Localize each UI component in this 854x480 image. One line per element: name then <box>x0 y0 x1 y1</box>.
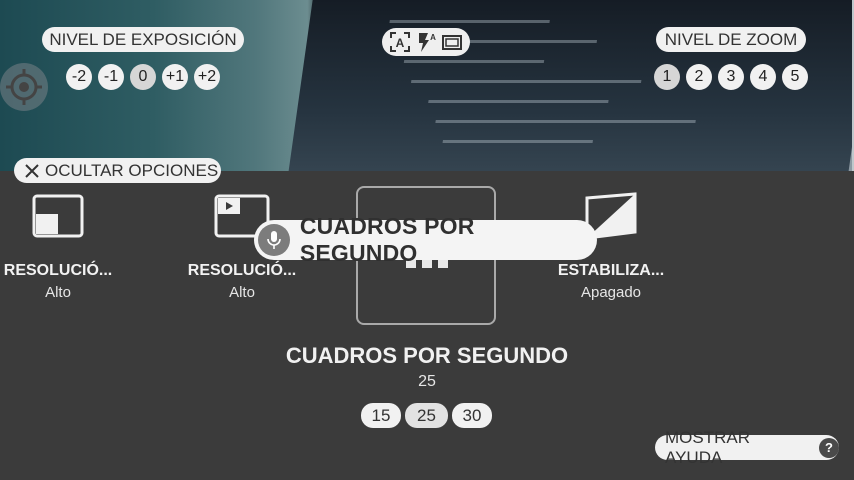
focus-target-button[interactable] <box>0 63 48 111</box>
tooltip-text: CUADROS POR SEGUNDO <box>299 213 475 266</box>
exposure-plus-1-button[interactable]: +1 <box>162 64 188 90</box>
exposure-plus-2-button[interactable]: +2 <box>194 64 220 90</box>
close-icon <box>25 163 39 178</box>
svg-text:A: A <box>430 33 436 42</box>
zoom-4-button[interactable]: 4 <box>750 64 776 90</box>
exposure-minus-2-button[interactable]: -2 <box>66 64 92 90</box>
exposure-minus-1-button[interactable]: -1 <box>98 64 124 90</box>
hide-options-label: OCULTAR OPCIONES <box>45 160 219 180</box>
show-help-button[interactable]: MOSTRAR AYUDA ? <box>655 428 839 467</box>
option-value: Alto <box>45 284 71 301</box>
microphone-icon <box>258 224 290 256</box>
photo-resolution-icon <box>32 194 84 238</box>
zoom-3-button[interactable]: 3 <box>718 64 744 90</box>
selected-option-value: 25 <box>418 373 436 390</box>
zoom-label: NIVEL DE ZOOM <box>656 27 806 52</box>
show-help-label: MOSTRAR AYUDA <box>665 427 750 467</box>
auto-focus-icon[interactable]: A <box>389 31 411 53</box>
help-icon: ? <box>819 437 839 458</box>
crosshair-icon <box>6 69 42 105</box>
zoom-5-button[interactable]: 5 <box>782 64 808 90</box>
quick-settings-bar[interactable]: A A <box>382 28 470 56</box>
fps-30-button[interactable]: 30 <box>452 403 492 428</box>
fps-15-button[interactable]: 15 <box>361 403 401 428</box>
hide-options-button[interactable]: OCULTAR OPCIONES <box>14 158 221 183</box>
svg-text:A: A <box>396 36 405 50</box>
zoom-2-button[interactable]: 2 <box>686 64 712 90</box>
zoom-1-button[interactable]: 1 <box>654 64 680 90</box>
selected-option-title: CUADROS POR SEGUNDO <box>285 343 569 368</box>
exposure-label: NIVEL DE EXPOSICIÓN <box>42 27 244 52</box>
option-title: RESOLUCIÓ... <box>3 262 113 279</box>
option-tooltip: CUADROS POR SEGUNDO <box>254 213 597 266</box>
aspect-ratio-icon[interactable] <box>441 31 463 53</box>
fps-25-button[interactable]: 25 <box>405 403 448 428</box>
option-title: RESOLUCIÓ... <box>187 262 297 279</box>
exposure-0-button[interactable]: 0 <box>130 64 156 90</box>
option-value: Alto <box>229 284 255 301</box>
flash-auto-icon[interactable]: A <box>415 31 437 53</box>
option-value: Apagado <box>580 284 642 301</box>
